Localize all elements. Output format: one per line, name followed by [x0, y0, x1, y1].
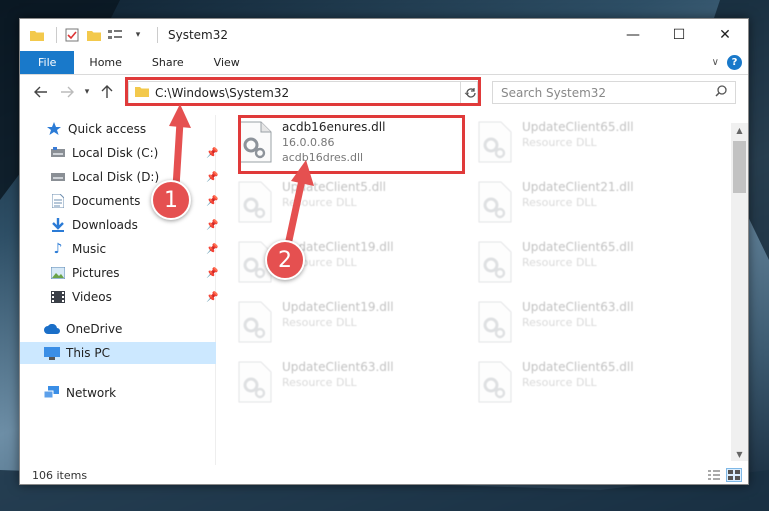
step-1-badge: 1 [151, 180, 191, 220]
annotation-arrows [169, 104, 314, 249]
arrow-1 [169, 104, 191, 191]
step-2-badge: 2 [265, 240, 305, 280]
arrow-2 [284, 160, 314, 249]
